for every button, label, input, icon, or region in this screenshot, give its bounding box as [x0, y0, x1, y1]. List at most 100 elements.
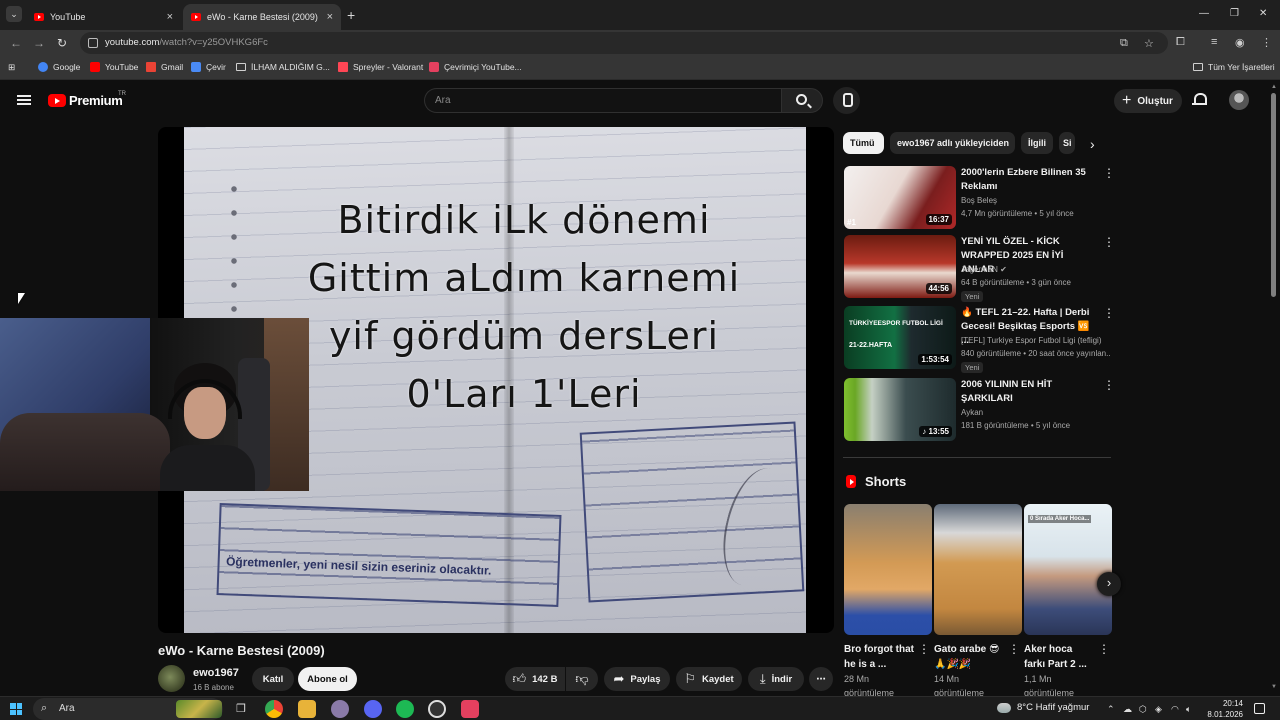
site-info-icon[interactable] — [88, 38, 98, 48]
tray-cloud-icon[interactable]: ☁ — [1123, 704, 1132, 715]
short-title[interactable]: Gato arabe 😎🙏🎉🎉 — [934, 642, 1006, 672]
chip-from-uploader[interactable]: ewo1967 adlı yükleyiciden — [890, 132, 1015, 154]
video-thumbnail[interactable]: #1 16:37 — [844, 166, 956, 229]
chrome-icon[interactable] — [265, 700, 283, 718]
like-button[interactable]: 👍︎ 142 B — [505, 667, 565, 691]
short-title[interactable]: Aker hoca farkı Part 2 ... — [1024, 642, 1096, 672]
notification-center-icon[interactable] — [1254, 703, 1265, 714]
bookmark-gmail[interactable]: Gmail — [146, 62, 183, 72]
install-app-icon[interactable]: ⧉ — [1120, 37, 1128, 50]
close-tab-icon[interactable]: × — [167, 12, 173, 23]
recommendation-item[interactable]: TÜRKİYEESPOR FUTBOL LİGİ 21-22.HAFTA 1:5… — [844, 306, 1115, 373]
more-options-icon[interactable]: ⋮ — [1098, 643, 1110, 655]
browser-menu-icon[interactable]: ⋮ — [1261, 36, 1272, 49]
recommendation-item[interactable]: #1 16:37 2000'lerin Ezbere Bilinen 35 Re… — [844, 166, 1115, 230]
bookmark-star-icon[interactable]: ☆ — [1144, 37, 1154, 50]
channel-avatar[interactable] — [158, 665, 185, 692]
obs-icon[interactable] — [428, 700, 446, 718]
short-item[interactable]: Gato arabe 😎🙏🎉🎉 14 Mn görüntüleme ⋮ — [934, 504, 1022, 698]
close-tab-icon[interactable]: × — [327, 12, 333, 23]
shorts-next-chevron-icon[interactable]: › — [1097, 572, 1121, 596]
bookmark-google[interactable]: Google — [38, 62, 80, 72]
restore-icon[interactable]: ❐ — [1230, 8, 1239, 19]
reload-icon[interactable]: ↻ — [57, 36, 67, 50]
bookmark-translate[interactable]: Çevir — [191, 62, 226, 72]
subscribe-button[interactable]: Abone ol — [298, 667, 357, 691]
notifications-bell-icon[interactable] — [1192, 92, 1207, 108]
premium-logo-text[interactable]: Premium — [69, 93, 123, 108]
voice-search-icon[interactable] — [833, 87, 860, 114]
chip-related[interactable]: İlgili — [1021, 132, 1053, 154]
system-clock[interactable]: 20:14 8.01.2026 — [1201, 698, 1243, 720]
video-thumbnail[interactable]: TÜRKİYEESPOR FUTBOL LİGİ 21-22.HAFTA 1:5… — [844, 306, 956, 369]
menu-icon[interactable] — [17, 95, 31, 105]
more-options-icon[interactable]: ⋮ — [918, 643, 930, 655]
new-tab-icon[interactable]: + — [347, 7, 355, 23]
join-button[interactable]: Katıl — [252, 667, 294, 691]
recommendation-channel[interactable]: JagermaN ✔ — [961, 265, 1007, 274]
app-icon[interactable] — [461, 700, 479, 718]
tab-search-button[interactable]: ⌄ — [6, 6, 22, 22]
recommendation-item[interactable]: ♪ 13:55 2006 YILININ EN HİT ŞARKILARI Ay… — [844, 378, 1115, 442]
youtube-logo-icon[interactable] — [48, 94, 66, 107]
wifi-icon[interactable]: ◠ — [1171, 704, 1179, 715]
more-options-icon[interactable]: ⋮ — [1103, 236, 1115, 248]
discord-icon[interactable] — [364, 700, 382, 718]
short-title[interactable]: Bro forgot that he is a ... — [844, 642, 916, 672]
media-controls-icon[interactable]: ≡ — [1211, 36, 1217, 48]
create-button[interactable]: + Oluştur — [1114, 89, 1182, 113]
url-text[interactable]: youtube.com/watch?v=y25OVHKG6Fc — [105, 37, 268, 48]
more-options-icon[interactable]: ⋮ — [1103, 307, 1115, 319]
account-avatar[interactable] — [1229, 90, 1249, 110]
file-explorer-icon[interactable] — [298, 700, 316, 718]
more-options-icon[interactable]: ⋮ — [1103, 379, 1115, 391]
tray-app-icon[interactable]: ◈ — [1155, 704, 1162, 715]
short-thumbnail[interactable]: 0 Sırada Aker Hoca... — [1024, 504, 1112, 635]
recommendation-title[interactable]: 2006 YILININ EN HİT ŞARKILARI — [961, 378, 1097, 406]
address-bar[interactable]: youtube.com/watch?v=y25OVHKG6Fc ⧉ ☆ — [80, 32, 1168, 54]
recommendation-title[interactable]: 2000'lerin Ezbere Bilinen 35 Reklamı — [961, 166, 1097, 194]
dislike-button[interactable]: 👎︎ — [566, 667, 598, 691]
weather-widget[interactable]: 8°C Hafif yağmur — [997, 702, 1089, 713]
bookmark-converter[interactable]: Çevrimiçi YouTube... — [429, 62, 522, 72]
recommendation-item[interactable]: 44:56 YENİ YIL ÖZEL - KİCK WRAPPED 2025 … — [844, 235, 1115, 302]
search-highlight-image[interactable] — [176, 700, 222, 718]
app-icon[interactable] — [331, 700, 349, 718]
scroll-up-arrow-icon[interactable]: ▲ — [1271, 84, 1277, 90]
short-item[interactable]: Bro forgot that he is a ... 28 Mn görünt… — [844, 504, 932, 698]
video-thumbnail[interactable]: ♪ 13:55 — [844, 378, 956, 441]
more-options-icon[interactable]: ⋮ — [1008, 643, 1020, 655]
back-icon[interactable]: ← — [10, 36, 22, 50]
all-bookmarks[interactable]: Tüm Yer İşaretleri — [1193, 62, 1275, 72]
save-button[interactable]: ⚐ Kaydet — [676, 667, 742, 691]
tray-overflow-icon[interactable]: ⌃ — [1107, 704, 1115, 715]
apps-grid-icon[interactable]: ⊞ — [8, 62, 15, 73]
tab-youtube-home[interactable]: YouTube × — [26, 4, 181, 30]
page-scrollbar[interactable] — [1271, 93, 1276, 297]
search-input[interactable]: Ara — [424, 88, 782, 113]
chip-all[interactable]: Tümü — [843, 132, 884, 154]
profile-icon[interactable]: ◉ — [1235, 36, 1245, 49]
search-button[interactable] — [781, 88, 823, 113]
close-window-icon[interactable]: ✕ — [1259, 8, 1267, 19]
minimize-icon[interactable]: — — [1199, 8, 1209, 19]
channel-name[interactable]: ewo1967 — [193, 667, 239, 679]
spotify-icon[interactable] — [396, 700, 414, 718]
bookmark-folder[interactable]: İLHAM ALDIĞIM G... — [236, 62, 330, 72]
forward-icon[interactable]: → — [33, 36, 45, 50]
tab-active-video[interactable]: eWo - Karne Bestesi (2009) - YouTube × — [183, 4, 341, 30]
scroll-down-arrow-icon[interactable]: ▼ — [1271, 684, 1277, 690]
download-button[interactable]: ⤓ İndir — [748, 667, 804, 691]
video-thumbnail[interactable]: 44:56 — [844, 235, 956, 298]
bookmark-youtube[interactable]: YouTube — [90, 62, 138, 72]
short-item[interactable]: 0 Sırada Aker Hoca... Aker hoca farkı Pa… — [1024, 504, 1112, 698]
recommendation-channel[interactable]: Aykan — [961, 408, 983, 417]
short-thumbnail[interactable] — [844, 504, 932, 635]
windows-start-icon[interactable] — [10, 703, 22, 715]
task-view-icon[interactable]: ❒ — [232, 700, 250, 718]
chip-more[interactable]: Si — [1059, 132, 1075, 154]
share-button[interactable]: ➦ Paylaş — [604, 667, 670, 691]
chevron-right-icon[interactable]: › — [1090, 136, 1095, 152]
short-thumbnail[interactable] — [934, 504, 1022, 635]
tray-app-icon[interactable]: ⬡ — [1139, 704, 1147, 715]
